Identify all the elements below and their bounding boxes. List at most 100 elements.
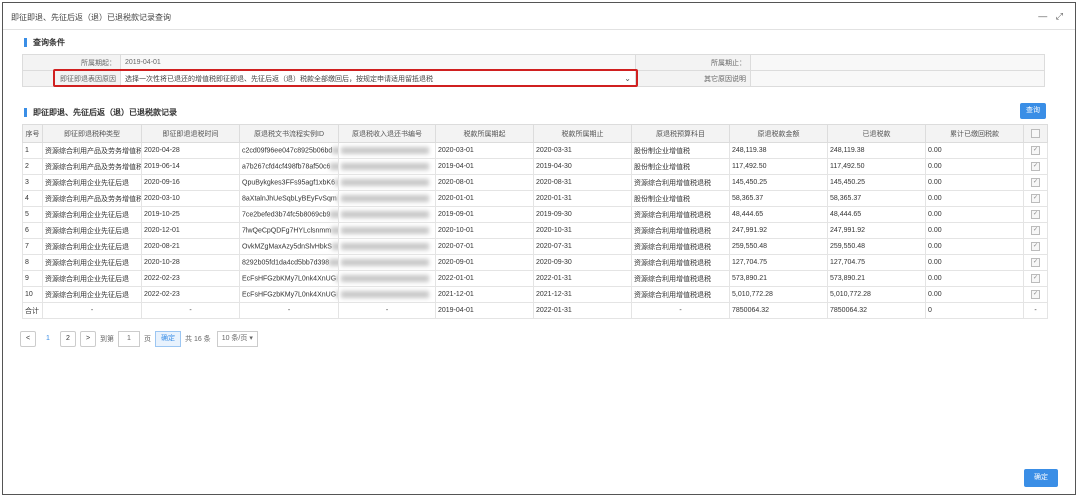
col-header[interactable]: 原退税文书流程实例ID bbox=[239, 124, 339, 143]
col-header[interactable]: 原退税预算科目 bbox=[631, 124, 730, 143]
checkbox-icon[interactable]: ✓ bbox=[1031, 242, 1040, 251]
refund-type: 资源综合利用产品及劳务增值税 bbox=[42, 142, 142, 159]
budget-subject: 资源综合利用增值税退税 bbox=[631, 254, 730, 271]
refunded-amount: 248,119.38 bbox=[827, 142, 926, 159]
checkbox-icon[interactable]: ✓ bbox=[1031, 178, 1040, 187]
row-checkbox[interactable]: ✓ bbox=[1023, 238, 1048, 255]
table-row[interactable]: 8 资源综合利用企业先征后退 2020-10-28 8292b05fd1da4cd5b… bbox=[22, 254, 1048, 271]
checkbox-icon[interactable]: ✓ bbox=[1031, 162, 1040, 171]
doc-flow-id: a7b267cfd4cf498fb78af50c6 bbox=[239, 158, 339, 175]
redacted-mask bbox=[341, 162, 429, 170]
table-row[interactable]: 6 资源综合利用企业先征后退 2020-12-01 7lwQeCpQDFg7HYLcl… bbox=[22, 222, 1048, 239]
refund-time: 2019-10-25 bbox=[141, 206, 240, 223]
row-checkbox[interactable]: ✓ bbox=[1023, 190, 1048, 207]
refund-amount: 127,704.75 bbox=[729, 254, 828, 271]
redacted-mask bbox=[335, 178, 338, 186]
redacted-mask bbox=[341, 210, 429, 218]
refunded-amount: 58,365.37 bbox=[827, 190, 926, 207]
col-header[interactable]: 原退税款金额 bbox=[729, 124, 828, 143]
period-end: 2020-01-31 bbox=[533, 190, 632, 207]
redacted-mask bbox=[341, 178, 429, 186]
refund-time: 2020-12-01 bbox=[141, 222, 240, 239]
total-amount: 7850064.32 bbox=[729, 302, 828, 319]
refund-amount: 248,119.38 bbox=[729, 142, 828, 159]
redacted-mask bbox=[329, 258, 338, 266]
refund-type: 资源综合利用企业先征后退 bbox=[42, 174, 142, 191]
table-row[interactable]: 5 资源综合利用企业先征后退 2019-10-25 7ce2befed3b74fc5b… bbox=[22, 206, 1048, 223]
table-row[interactable]: 3 资源综合利用企业先征后退 2020-09-16 QpuBykgkes3FFs95a… bbox=[22, 174, 1048, 191]
col-header[interactable]: 税款所属期起 bbox=[435, 124, 534, 143]
col-header[interactable]: 已退税款 bbox=[827, 124, 926, 143]
refund-voucher-no bbox=[338, 206, 436, 223]
goto-page-input[interactable]: 1 bbox=[118, 331, 140, 347]
refunded-amount: 259,550.48 bbox=[827, 238, 926, 255]
goto-confirm-button[interactable]: 确定 bbox=[155, 331, 181, 347]
col-header[interactable]: 累计已缴回税款 bbox=[925, 124, 1024, 143]
table-row[interactable]: 9 资源综合利用企业先征后退 2022-02-23 EcFsHFGzbKMy7L0nk… bbox=[22, 270, 1048, 287]
doc-flow-id: EcFsHFGzbKMy7L0nk4XnUG bbox=[239, 286, 339, 303]
period-end: 2020-10-31 bbox=[533, 222, 632, 239]
page-1-button[interactable]: 1 bbox=[40, 331, 56, 347]
row-checkbox[interactable]: ✓ bbox=[1023, 270, 1048, 287]
next-page-button[interactable]: > bbox=[80, 331, 96, 347]
col-header[interactable]: 税款所属期止 bbox=[533, 124, 632, 143]
doc-flow-id: OvkMZgMaxAzy5dnSlvHbkS bbox=[239, 238, 339, 255]
checkbox-icon[interactable]: ✓ bbox=[1031, 258, 1040, 267]
page-2-button[interactable]: 2 bbox=[60, 331, 76, 347]
redacted-mask bbox=[341, 258, 429, 266]
checkbox-icon[interactable]: ✓ bbox=[1031, 226, 1040, 235]
query-button[interactable]: 查询 bbox=[1020, 103, 1046, 119]
table-row[interactable]: 2 资源综合利用产品及劳务增值税 2019-06-14 a7b267cfd4cf498… bbox=[22, 158, 1048, 175]
table-row[interactable]: 10 资源综合利用企业先征后退 2022-02-23 EcFsHFGzbKMy7L0n… bbox=[22, 286, 1048, 303]
table-row[interactable]: 7 资源综合利用企业先征后退 2020-08-21 OvkMZgMaxAzy5dnSl… bbox=[22, 238, 1048, 255]
table-row[interactable]: 1 资源综合利用产品及劳务增值税 2020-04-28 c2cd09f96ee047c… bbox=[22, 142, 1048, 159]
doc-flow-id: c2cd09f96ee047c8925b06bd bbox=[239, 142, 339, 159]
col-header[interactable]: 序号 bbox=[22, 124, 43, 143]
row-checkbox[interactable]: ✓ bbox=[1023, 174, 1048, 191]
doc-flow-id: 8292b05fd1da4cd5bb7d398 bbox=[239, 254, 339, 271]
col-header[interactable]: 即征即退税种类型 bbox=[42, 124, 142, 143]
select-all-checkbox[interactable] bbox=[1023, 124, 1048, 143]
table-row[interactable]: 4 资源综合利用产品及劳务增值税 2020-03-10 8aXtalnJhUeSqbL… bbox=[22, 190, 1048, 207]
row-checkbox[interactable]: ✓ bbox=[1023, 286, 1048, 303]
total-period-end: 2022-01-31 bbox=[533, 302, 632, 319]
window-controls: — ⤢ bbox=[1032, 11, 1063, 22]
redacted-mask bbox=[341, 194, 429, 202]
prev-page-button[interactable]: < bbox=[20, 331, 36, 347]
redacted-mask bbox=[341, 274, 429, 282]
checkbox-icon[interactable]: ✓ bbox=[1031, 210, 1040, 219]
row-checkbox[interactable]: ✓ bbox=[1023, 254, 1048, 271]
page-size-select[interactable]: 10 条/页 ▾ bbox=[216, 331, 258, 347]
other-reason-input[interactable] bbox=[750, 70, 1045, 87]
window-title: 即征即退、先征后返（退）已退税款记录查询 bbox=[11, 13, 171, 22]
row-checkbox[interactable]: ✓ bbox=[1023, 142, 1048, 159]
refund-amount: 247,991.92 bbox=[729, 222, 828, 239]
row-checkbox[interactable]: ✓ bbox=[1023, 222, 1048, 239]
checkbox-icon[interactable]: ✓ bbox=[1031, 290, 1040, 299]
col-header[interactable]: 即征即退退税时间 bbox=[141, 124, 240, 143]
refund-type: 资源综合利用企业先征后退 bbox=[42, 238, 142, 255]
period-end-input[interactable] bbox=[750, 54, 1045, 71]
doc-flow-id: QpuBykgkes3FFs95agf1xbK6 bbox=[239, 174, 339, 191]
row-number: 3 bbox=[22, 174, 43, 191]
repaid-amount: 0.00 bbox=[925, 222, 1024, 239]
minimize-icon[interactable]: — bbox=[1038, 11, 1047, 21]
refunded-amount: 117,492.50 bbox=[827, 158, 926, 175]
period-start: 2020-08-01 bbox=[435, 174, 534, 191]
col-header[interactable]: 原退税收入退还书编号 bbox=[338, 124, 436, 143]
total-repaid: 0 bbox=[925, 302, 1024, 319]
refund-amount: 145,450.25 bbox=[729, 174, 828, 191]
period-end: 2019-09-30 bbox=[533, 206, 632, 223]
caret-down-icon[interactable]: ▾ bbox=[249, 335, 253, 342]
refund-time: 2020-10-28 bbox=[141, 254, 240, 271]
row-checkbox[interactable]: ✓ bbox=[1023, 158, 1048, 175]
checkbox-icon[interactable]: ✓ bbox=[1031, 194, 1040, 203]
row-checkbox[interactable]: ✓ bbox=[1023, 206, 1048, 223]
redacted-mask bbox=[331, 242, 338, 250]
maximize-icon[interactable]: ⤢ bbox=[1056, 11, 1063, 21]
budget-subject: 股份制企业增值税 bbox=[631, 142, 730, 159]
checkbox-icon[interactable]: ✓ bbox=[1031, 274, 1040, 283]
checkbox-icon[interactable]: ✓ bbox=[1031, 146, 1040, 155]
confirm-button[interactable]: 确定 bbox=[1024, 469, 1058, 487]
period-end: 2019-04-30 bbox=[533, 158, 632, 175]
